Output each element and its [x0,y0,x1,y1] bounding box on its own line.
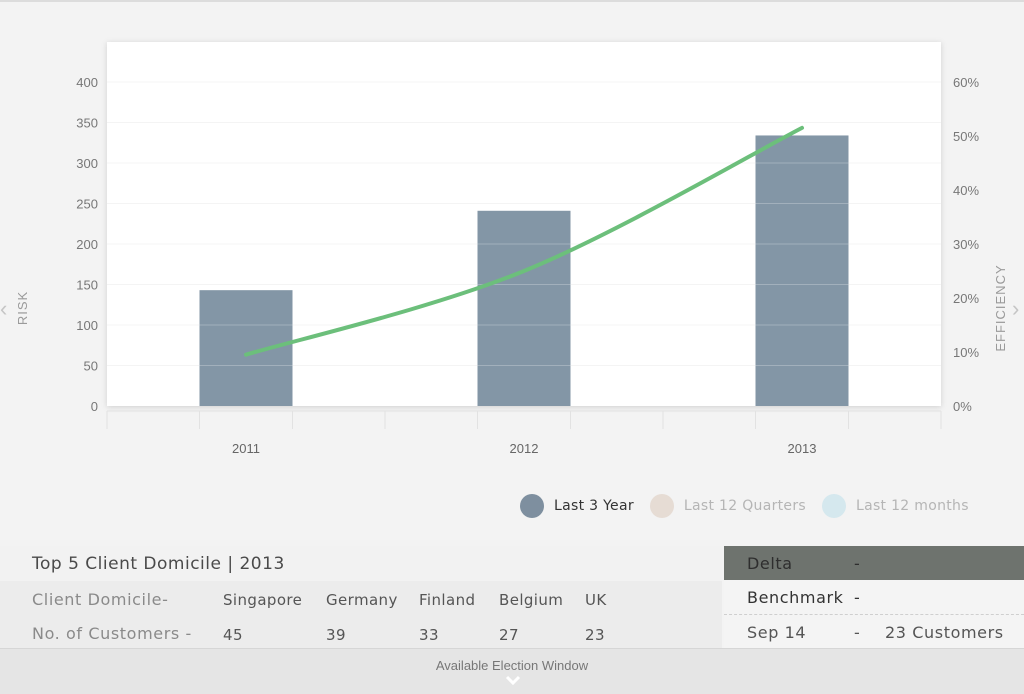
legend-dot-icon [649,494,674,518]
top5-table: Top 5 Client Domicile | 2013 Client Domi… [0,546,722,648]
right-tick-label: 20% [953,291,979,306]
previous-chevron-icon[interactable]: ‹ [0,298,7,320]
legend-label: Last 3 Year [554,498,634,514]
customer-count-cell: 33 [419,626,439,644]
left-tick-label: 350 [76,116,98,131]
legend-item-last-12-months[interactable]: Last 12 months [821,494,969,518]
chart-svg: 0 50 100 150 200 250 300 350 400 0% 10% 20% 30% 40% 5… [15,42,1008,456]
date-dash: - [854,623,861,642]
country-cell: Belgium [499,591,564,609]
left-tick-label: 300 [76,156,98,171]
benchmark-row: Benchmark - [724,580,1024,615]
summary-section: Top 5 Client Domicile | 2013 Client Domi… [0,546,1024,648]
right-tick-label: 40% [953,183,979,198]
right-tick-label: 60% [953,75,979,90]
legend: Last 3 Year Last 12 Quarters Last 12 mon… [520,492,985,520]
legend-label: Last 12 months [855,498,969,514]
left-tick-label: 200 [76,237,98,252]
right-axis-ticks: 0% 10% 20% 30% 40% 50% 60% [953,75,979,414]
left-tick-label: 400 [76,75,98,90]
x-tick-label: 2011 [232,441,260,456]
customer-count-cell: 23 [585,626,605,644]
right-tick-label: 0% [953,399,972,414]
legend-dot-icon [821,494,846,518]
x-tick-label: 2013 [788,441,817,456]
benchmark-dash: - [854,588,861,607]
country-cell: Germany [326,591,398,609]
customer-count-cell: 45 [223,626,243,644]
legend-item-last-3-year[interactable]: Last 3 Year [520,494,634,518]
left-tick-label: 0 [91,399,98,414]
election-window-toggle[interactable]: Available Election Window [0,648,1024,694]
delta-key: Delta [747,554,793,573]
legend-label: Last 12 Quarters [683,498,806,514]
legend-dot-icon [520,494,544,518]
next-chevron-icon[interactable]: › [1012,298,1019,320]
customer-count-cell: 39 [326,626,346,644]
bar [477,210,571,406]
x-axis: 2011 2012 2013 [106,410,942,456]
benchmark-key: Benchmark [747,588,844,607]
bar [199,290,293,406]
left-axis-ticks: 0 50 100 150 200 250 300 350 400 [76,75,98,414]
left-tick-label: 100 [76,318,98,333]
country-cell: Finland [419,591,476,609]
country-cell: UK [585,591,607,609]
left-tick-label: 50 [84,359,98,374]
delta-row: Delta - [724,546,1024,580]
left-tick-label: 150 [76,278,98,293]
right-tick-label: 30% [953,237,979,252]
chevron-down-icon[interactable] [503,673,523,689]
right-axis-label: EFFICIENCY [993,264,1008,351]
country-cell: Singapore [223,591,303,609]
right-tick-label: 10% [953,345,979,360]
date-key: Sep 14 [747,623,807,642]
date-row: Sep 14 - 23 Customers [724,615,1024,649]
footer-label: Available Election Window [435,658,589,673]
row-label-customers: No. of Customers - [32,624,192,643]
top5-header: Top 5 Client Domicile | 2013 [0,546,722,581]
left-tick-label: 250 [76,197,98,212]
customer-count-cell: 27 [499,626,519,644]
right-tick-label: 50% [953,129,979,144]
delta-panel: Delta - Benchmark - Sep 14 - 23 Customer… [724,546,1024,648]
top5-title: Top 5 Client Domicile | 2013 [32,554,285,574]
date-value: 23 Customers [885,623,1004,642]
left-axis-label: RISK [15,291,30,325]
delta-dash: - [854,554,861,573]
legend-item-last-12-quarters[interactable]: Last 12 Quarters [649,494,806,518]
chart-panel: 0 50 100 150 200 250 300 350 400 0% 10% 20% 30% 40% 5… [0,2,1024,546]
x-tick-label: 2012 [510,441,539,456]
row-label-domicile: Client Domicile- [32,590,169,609]
